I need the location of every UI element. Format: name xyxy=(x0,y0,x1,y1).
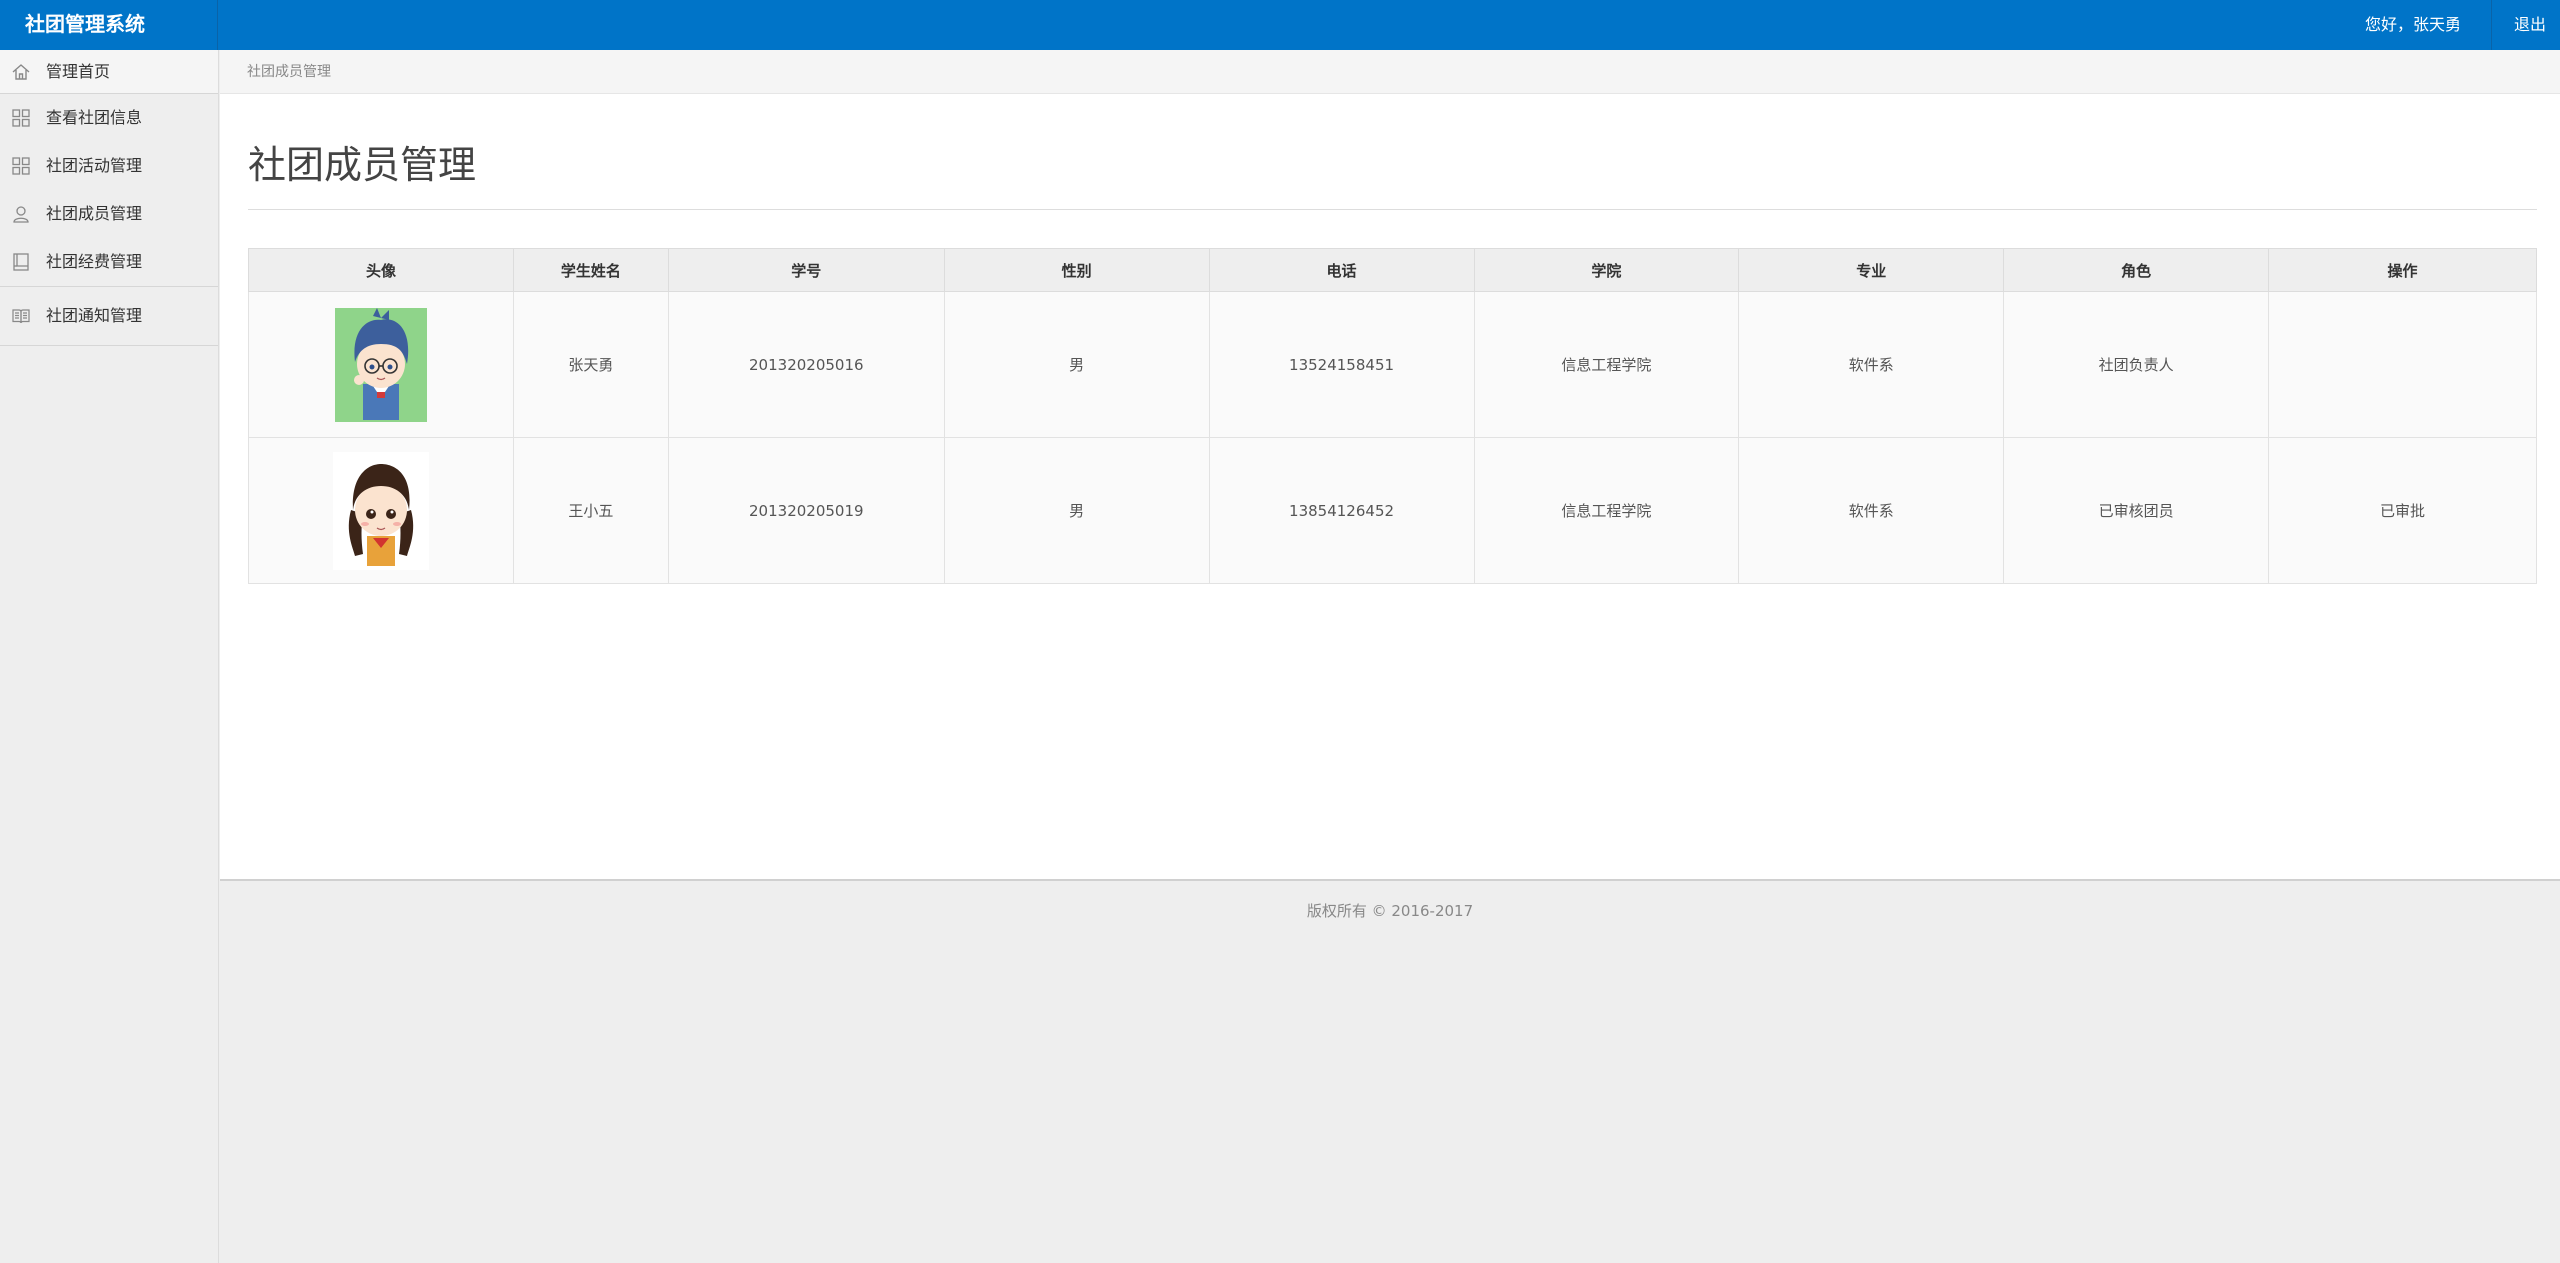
table-row: 张天勇 201320205016 男 13524158451 信息工程学院 软件… xyxy=(248,291,2537,438)
student-name: 王小五 xyxy=(512,437,669,584)
book-icon xyxy=(11,306,31,326)
sidebar: 管理首页 查看社团信息 社团活动管理 社团成员管理 社团经费管理 社团通知管理 xyxy=(0,50,219,1263)
student-major: 软件系 xyxy=(1738,291,2005,438)
sidebar-item-label: 社团活动管理 xyxy=(46,156,143,175)
ledger-icon xyxy=(11,252,31,272)
student-major: 软件系 xyxy=(1738,437,2005,584)
grid-icon xyxy=(11,108,31,128)
column-header-role: 角色 xyxy=(2003,248,2270,292)
sidebar-item-label: 社团经费管理 xyxy=(46,252,143,271)
sidebar-item-funds[interactable]: 社团经费管理 xyxy=(0,238,218,286)
home-icon xyxy=(11,62,31,82)
student-college: 信息工程学院 xyxy=(1473,437,1740,584)
column-header-major: 专业 xyxy=(1738,248,2005,292)
sidebar-group-notices: 社团通知管理 xyxy=(0,287,218,346)
column-header-id: 学号 xyxy=(667,248,945,292)
top-bar: 社团管理系统 您好，张天勇 退出 xyxy=(0,0,2560,50)
student-gender: 男 xyxy=(943,291,1210,438)
avatar-cell xyxy=(248,291,514,438)
column-header-avatar: 头像 xyxy=(248,248,514,292)
sidebar-group-main: 查看社团信息 社团活动管理 社团成员管理 社团经费管理 xyxy=(0,94,218,287)
sidebar-item-home[interactable]: 管理首页 xyxy=(0,50,218,94)
action-cell[interactable]: 已审批 xyxy=(2268,437,2537,584)
main-content: 社团成员管理 社团成员管理 头像 学生姓名 学号 性别 电话 学院 专业 角色 … xyxy=(220,50,2560,881)
table-row: 王小五 201320205019 男 13854126452 信息工程学院 软件… xyxy=(248,437,2537,584)
page-title: 社团成员管理 xyxy=(248,143,477,187)
footer-copyright: 版权所有 © 2016-2017 xyxy=(1306,902,1474,920)
column-header-action: 操作 xyxy=(2268,248,2537,292)
student-phone: 13524158451 xyxy=(1208,291,1475,438)
sidebar-item-label: 管理首页 xyxy=(46,62,111,81)
student-role: 社团负责人 xyxy=(2003,291,2270,438)
student-id: 201320205016 xyxy=(667,291,945,438)
column-header-name: 学生姓名 xyxy=(512,248,669,292)
action-cell xyxy=(2268,291,2537,438)
student-gender: 男 xyxy=(943,437,1210,584)
column-header-gender: 性别 xyxy=(943,248,1210,292)
student-phone: 13854126452 xyxy=(1208,437,1475,584)
grid-icon xyxy=(11,156,31,176)
members-table: 头像 学生姓名 学号 性别 电话 学院 专业 角色 操作 张天勇 2013202… xyxy=(248,248,2537,584)
sidebar-item-label: 社团通知管理 xyxy=(46,306,143,325)
logout-link[interactable]: 退出 xyxy=(2492,0,2560,50)
title-divider xyxy=(248,209,2537,210)
student-college: 信息工程学院 xyxy=(1473,291,1740,438)
members-table-container: 头像 学生姓名 学号 性别 电话 学院 专业 角色 操作 张天勇 2013202… xyxy=(248,248,2537,584)
avatar-cell xyxy=(248,437,514,584)
user-greeting: 您好，张天勇 xyxy=(2335,0,2492,50)
breadcrumb: 社团成员管理 xyxy=(220,50,2560,94)
student-id: 201320205019 xyxy=(667,437,945,584)
sidebar-item-notices[interactable]: 社团通知管理 xyxy=(0,287,218,345)
avatar xyxy=(332,451,429,570)
sidebar-item-members[interactable]: 社团成员管理 xyxy=(0,190,218,238)
user-icon xyxy=(11,204,31,224)
sidebar-item-label: 社团成员管理 xyxy=(46,204,143,223)
column-header-college: 学院 xyxy=(1473,248,1740,292)
app-title[interactable]: 社团管理系统 xyxy=(0,0,218,50)
sidebar-item-activities[interactable]: 社团活动管理 xyxy=(0,142,218,190)
sidebar-item-club-info[interactable]: 查看社团信息 xyxy=(0,94,218,142)
sidebar-item-label: 查看社团信息 xyxy=(46,108,143,127)
top-bar-right: 您好，张天勇 退出 xyxy=(2335,0,2560,50)
avatar xyxy=(333,306,429,424)
student-role: 已审核团员 xyxy=(2003,437,2270,584)
column-header-phone: 电话 xyxy=(1208,248,1475,292)
student-name: 张天勇 xyxy=(512,291,669,438)
table-header-row: 头像 学生姓名 学号 性别 电话 学院 专业 角色 操作 xyxy=(248,248,2537,292)
